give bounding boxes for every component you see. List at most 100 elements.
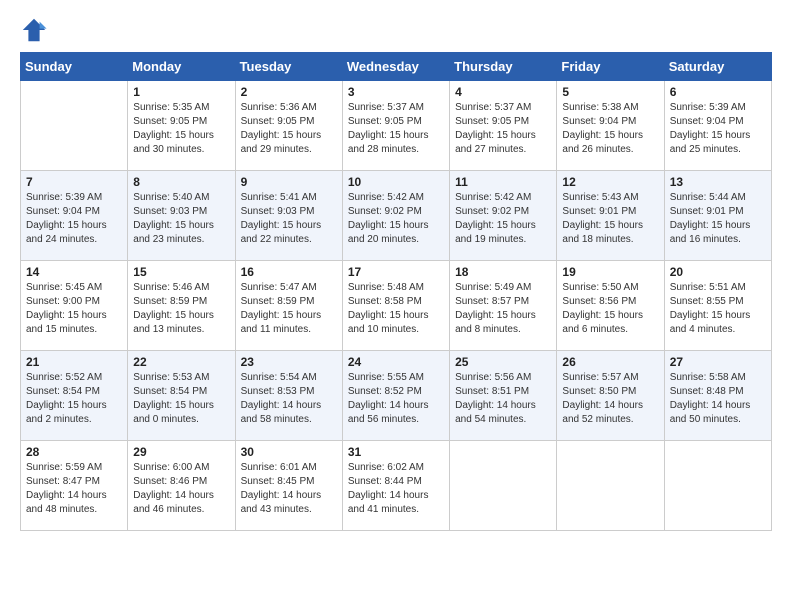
calendar-cell: 8 Sunrise: 5:40 AM Sunset: 9:03 PM Daylig… <box>128 171 235 261</box>
calendar-cell: 21Sunrise: 5:52 AM Sunset: 8:54 PM Dayli… <box>21 351 128 441</box>
calendar-cell: 19 Sunrise: 5:50 AM Sunset: 8:56 PM Dayli… <box>557 261 664 351</box>
day-number: 19 <box>562 265 658 279</box>
day-info: Sunrise: 5:43 AM Sunset: 9:01 PM Dayligh… <box>562 191 658 247</box>
day-info: Sunrise: 5:48 AM Sunset: 8:58 PM Dayligh… <box>348 281 444 337</box>
calendar-week-2: 7 Sunrise: 5:39 AM Sunset: 9:04 PM Daylig… <box>21 171 772 261</box>
day-number: 21 <box>26 355 122 369</box>
day-info: Sunrise: 5:53 AM Sunset: 8:54 PM Dayligh… <box>133 371 229 427</box>
weekday-header-friday: Friday <box>557 53 664 81</box>
day-number: 26 <box>562 355 658 369</box>
day-info: Sunrise: 5:54 AM Sunset: 8:53 PM Dayligh… <box>241 371 337 427</box>
day-info: Sunrise: 5:36 AM Sunset: 9:05 PM Dayligh… <box>241 101 337 157</box>
day-info: Sunrise: 5:59 AM Sunset: 8:47 PM Dayligh… <box>26 461 122 517</box>
day-number: 1 <box>133 85 229 99</box>
page-header <box>20 16 772 44</box>
day-info: Sunrise: 5:42 AM Sunset: 9:02 PM Dayligh… <box>455 191 551 247</box>
day-info: Sunrise: 5:39 AM Sunset: 9:04 PM Dayligh… <box>26 191 122 247</box>
calendar-week-3: 14 Sunrise: 5:45 AM Sunset: 9:00 PM Dayli… <box>21 261 772 351</box>
day-number: 29 <box>133 445 229 459</box>
calendar-cell: 2 Sunrise: 5:36 AM Sunset: 9:05 PM Daylig… <box>235 81 342 171</box>
day-info: Sunrise: 5:37 AM Sunset: 9:05 PM Dayligh… <box>455 101 551 157</box>
weekday-header-saturday: Saturday <box>664 53 771 81</box>
day-number: 9 <box>241 175 337 189</box>
day-number: 7 <box>26 175 122 189</box>
calendar-cell: 24Sunrise: 5:55 AM Sunset: 8:52 PM Dayli… <box>342 351 449 441</box>
calendar-cell: 27Sunrise: 5:58 AM Sunset: 8:48 PM Dayli… <box>664 351 771 441</box>
day-number: 4 <box>455 85 551 99</box>
weekday-header-tuesday: Tuesday <box>235 53 342 81</box>
day-info: Sunrise: 5:45 AM Sunset: 9:00 PM Dayligh… <box>26 281 122 337</box>
calendar-cell: 14 Sunrise: 5:45 AM Sunset: 9:00 PM Dayli… <box>21 261 128 351</box>
weekday-header-wednesday: Wednesday <box>342 53 449 81</box>
logo-icon <box>20 16 48 44</box>
day-number: 12 <box>562 175 658 189</box>
day-info: Sunrise: 5:57 AM Sunset: 8:50 PM Dayligh… <box>562 371 658 427</box>
day-info: Sunrise: 5:51 AM Sunset: 8:55 PM Dayligh… <box>670 281 766 337</box>
day-info: Sunrise: 6:01 AM Sunset: 8:45 PM Dayligh… <box>241 461 337 517</box>
day-number: 18 <box>455 265 551 279</box>
day-number: 28 <box>26 445 122 459</box>
weekday-header-sunday: Sunday <box>21 53 128 81</box>
day-info: Sunrise: 5:39 AM Sunset: 9:04 PM Dayligh… <box>670 101 766 157</box>
calendar-cell: 29 Sunrise: 6:00 AM Sunset: 8:46 PM Dayli… <box>128 441 235 531</box>
calendar-week-5: 28 Sunrise: 5:59 AM Sunset: 8:47 PM Dayli… <box>21 441 772 531</box>
day-number: 23 <box>241 355 337 369</box>
calendar-cell: 20 Sunrise: 5:51 AM Sunset: 8:55 PM Dayli… <box>664 261 771 351</box>
calendar-cell: 13 Sunrise: 5:44 AM Sunset: 9:01 PM Dayli… <box>664 171 771 261</box>
calendar-cell <box>21 81 128 171</box>
day-number: 24 <box>348 355 444 369</box>
calendar-cell: 28 Sunrise: 5:59 AM Sunset: 8:47 PM Dayli… <box>21 441 128 531</box>
logo <box>20 16 52 44</box>
day-number: 11 <box>455 175 551 189</box>
day-info: Sunrise: 5:58 AM Sunset: 8:48 PM Dayligh… <box>670 371 766 427</box>
calendar-cell: 3Sunrise: 5:37 AM Sunset: 9:05 PM Daylig… <box>342 81 449 171</box>
calendar-cell <box>450 441 557 531</box>
day-info: Sunrise: 6:00 AM Sunset: 8:46 PM Dayligh… <box>133 461 229 517</box>
calendar-cell: 18 Sunrise: 5:49 AM Sunset: 8:57 PM Dayli… <box>450 261 557 351</box>
day-number: 16 <box>241 265 337 279</box>
day-info: Sunrise: 5:38 AM Sunset: 9:04 PM Dayligh… <box>562 101 658 157</box>
calendar-cell: 23 Sunrise: 5:54 AM Sunset: 8:53 PM Dayli… <box>235 351 342 441</box>
day-info: Sunrise: 5:42 AM Sunset: 9:02 PM Dayligh… <box>348 191 444 247</box>
day-number: 15 <box>133 265 229 279</box>
day-number: 30 <box>241 445 337 459</box>
day-number: 3 <box>348 85 444 99</box>
day-info: Sunrise: 6:02 AM Sunset: 8:44 PM Dayligh… <box>348 461 444 517</box>
calendar-week-4: 21Sunrise: 5:52 AM Sunset: 8:54 PM Dayli… <box>21 351 772 441</box>
calendar-table: SundayMondayTuesdayWednesdayThursdayFrid… <box>20 52 772 531</box>
calendar-cell: 17 Sunrise: 5:48 AM Sunset: 8:58 PM Dayli… <box>342 261 449 351</box>
day-number: 13 <box>670 175 766 189</box>
calendar-cell: 6 Sunrise: 5:39 AM Sunset: 9:04 PM Daylig… <box>664 81 771 171</box>
calendar-cell: 4 Sunrise: 5:37 AM Sunset: 9:05 PM Daylig… <box>450 81 557 171</box>
calendar-cell: 7 Sunrise: 5:39 AM Sunset: 9:04 PM Daylig… <box>21 171 128 261</box>
day-info: Sunrise: 5:49 AM Sunset: 8:57 PM Dayligh… <box>455 281 551 337</box>
day-number: 10 <box>348 175 444 189</box>
day-info: Sunrise: 5:50 AM Sunset: 8:56 PM Dayligh… <box>562 281 658 337</box>
calendar-header-row: SundayMondayTuesdayWednesdayThursdayFrid… <box>21 53 772 81</box>
calendar-cell: 5Sunrise: 5:38 AM Sunset: 9:04 PM Daylig… <box>557 81 664 171</box>
weekday-header-monday: Monday <box>128 53 235 81</box>
calendar-cell: 11 Sunrise: 5:42 AM Sunset: 9:02 PM Dayli… <box>450 171 557 261</box>
day-number: 20 <box>670 265 766 279</box>
calendar-week-1: 1Sunrise: 5:35 AM Sunset: 9:05 PM Daylig… <box>21 81 772 171</box>
day-number: 17 <box>348 265 444 279</box>
calendar-cell: 9 Sunrise: 5:41 AM Sunset: 9:03 PM Daylig… <box>235 171 342 261</box>
day-info: Sunrise: 5:47 AM Sunset: 8:59 PM Dayligh… <box>241 281 337 337</box>
day-info: Sunrise: 5:56 AM Sunset: 8:51 PM Dayligh… <box>455 371 551 427</box>
day-info: Sunrise: 5:46 AM Sunset: 8:59 PM Dayligh… <box>133 281 229 337</box>
day-number: 25 <box>455 355 551 369</box>
day-number: 14 <box>26 265 122 279</box>
day-info: Sunrise: 5:44 AM Sunset: 9:01 PM Dayligh… <box>670 191 766 247</box>
calendar-cell: 30 Sunrise: 6:01 AM Sunset: 8:45 PM Dayli… <box>235 441 342 531</box>
day-number: 22 <box>133 355 229 369</box>
calendar-cell: 31Sunrise: 6:02 AM Sunset: 8:44 PM Dayli… <box>342 441 449 531</box>
day-info: Sunrise: 5:40 AM Sunset: 9:03 PM Dayligh… <box>133 191 229 247</box>
calendar-cell: 10 Sunrise: 5:42 AM Sunset: 9:02 PM Dayli… <box>342 171 449 261</box>
day-number: 2 <box>241 85 337 99</box>
calendar-cell <box>664 441 771 531</box>
calendar-cell: 1Sunrise: 5:35 AM Sunset: 9:05 PM Daylig… <box>128 81 235 171</box>
day-info: Sunrise: 5:41 AM Sunset: 9:03 PM Dayligh… <box>241 191 337 247</box>
day-number: 6 <box>670 85 766 99</box>
calendar-cell: 12 Sunrise: 5:43 AM Sunset: 9:01 PM Dayli… <box>557 171 664 261</box>
day-number: 8 <box>133 175 229 189</box>
